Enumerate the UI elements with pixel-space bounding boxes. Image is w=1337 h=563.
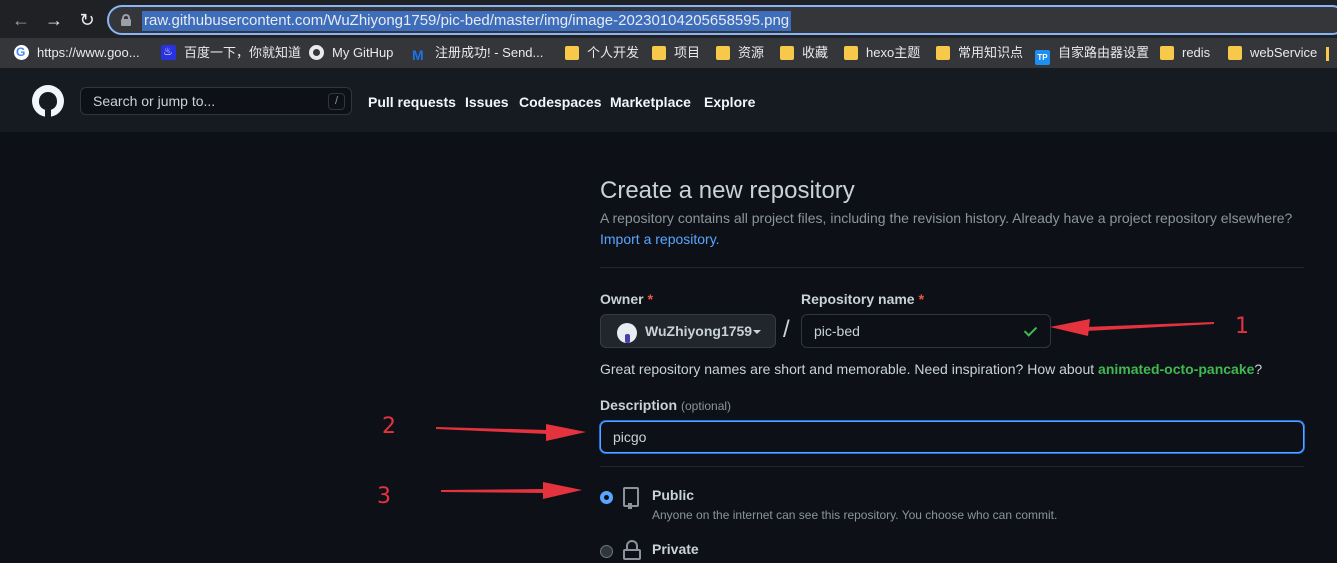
sendcloud-icon: M <box>412 47 424 63</box>
folder-icon[interactable] <box>1326 47 1329 61</box>
bookmark-label: 项目 <box>674 45 701 60</box>
description-label: Description (optional) <box>600 397 731 413</box>
github-logo-icon[interactable] <box>32 85 64 117</box>
private-label[interactable]: Private <box>652 541 699 557</box>
public-description: Anyone on the internet can see this repo… <box>652 508 1058 522</box>
bookmark-label: hexo主题 <box>866 45 921 60</box>
folder-icon <box>652 46 666 60</box>
annotation-number-3: 3 <box>377 484 391 509</box>
folder-icon <box>1228 46 1242 60</box>
public-radio[interactable] <box>600 491 613 504</box>
suggested-name-link[interactable]: animated-octo-pancake <box>1098 361 1254 377</box>
folder-icon <box>716 46 730 60</box>
tplink-icon: TP <box>1035 50 1050 65</box>
bookmark-label: 自家路由器设置 <box>1058 45 1150 60</box>
bookmark-label: redis <box>1182 45 1211 60</box>
owner-name: WuZhiyong1759 <box>645 323 753 339</box>
bookmark-folder-personal-dev[interactable]: 个人开发 <box>565 44 639 62</box>
bookmark-label: 常用知识点 <box>958 45 1024 60</box>
bookmark-folder-knowledge[interactable]: 常用知识点 <box>936 44 1023 62</box>
owner-label: Owner * <box>600 291 653 307</box>
repo-icon <box>623 487 639 509</box>
bookmark-label: webService <box>1250 45 1318 60</box>
bookmark-label: 个人开发 <box>587 45 640 60</box>
folder-icon <box>565 46 579 60</box>
lock-icon <box>121 14 131 26</box>
bookmark-label: 资源 <box>738 45 765 60</box>
owner-dropdown[interactable]: WuZhiyong1759 <box>600 314 776 348</box>
nav-codespaces[interactable]: Codespaces <box>519 94 601 110</box>
owner-repo-separator: / <box>783 316 790 343</box>
bookmark-router[interactable]: TP 自家路由器设置 <box>1035 44 1150 65</box>
repo-name-label-text: Repository name <box>801 291 915 307</box>
bookmark-label: 注册成功! - Send... <box>435 45 544 60</box>
nav-marketplace[interactable]: Marketplace <box>610 94 691 110</box>
description-input[interactable] <box>600 421 1304 453</box>
github-icon <box>309 45 324 60</box>
new-repo-page: Create a new repository A repository con… <box>0 132 1337 563</box>
browser-toolbar: ← → ↻ raw.githubusercontent.com/WuZhiyon… <box>0 0 1337 38</box>
page-subtitle: A repository contains all project files,… <box>600 210 1293 226</box>
address-bar[interactable]: raw.githubusercontent.com/WuZhiyong1759/… <box>107 5 1337 35</box>
description-label-text: Description <box>600 397 678 413</box>
hint-suffix: ? <box>1254 361 1263 377</box>
public-label[interactable]: Public <box>652 487 694 503</box>
bookmark-google[interactable]: https://www.goo... <box>14 43 140 62</box>
required-mark: * <box>647 291 654 307</box>
caret-down-icon <box>753 330 761 334</box>
folder-icon <box>844 46 858 60</box>
optional-tag: (optional) <box>681 399 732 413</box>
folder-icon <box>780 46 794 60</box>
owner-label-text: Owner <box>600 291 644 307</box>
lock-icon <box>623 540 641 560</box>
private-radio[interactable] <box>600 545 613 558</box>
search-input[interactable]: Search or jump to... / <box>80 87 352 115</box>
url-text[interactable]: raw.githubusercontent.com/WuZhiyong1759/… <box>142 11 792 31</box>
back-arrow-icon[interactable]: ← <box>10 9 32 31</box>
search-placeholder: Search or jump to... <box>93 93 216 109</box>
github-header: Search or jump to... / Pull requests Iss… <box>0 68 1337 132</box>
folder-icon <box>1160 46 1174 60</box>
check-icon <box>1024 322 1040 338</box>
import-repository-link[interactable]: Import a repository. <box>600 231 720 247</box>
reload-icon[interactable]: ↻ <box>76 9 98 31</box>
annotation-number-1: 1 <box>1235 314 1249 339</box>
bookmark-folder-favorites[interactable]: 收藏 <box>780 44 828 62</box>
nav-issues[interactable]: Issues <box>465 94 509 110</box>
divider <box>600 267 1304 268</box>
bookmark-github[interactable]: My GitHup <box>309 44 393 62</box>
bookmark-folder-redis[interactable]: redis <box>1160 44 1210 62</box>
baidu-icon <box>161 43 176 61</box>
bookmark-label: https://www.goo... <box>37 45 140 60</box>
name-hint: Great repository names are short and mem… <box>600 361 1262 377</box>
nav-pull-requests[interactable]: Pull requests <box>368 94 456 110</box>
bookmark-folder-projects[interactable]: 项目 <box>652 44 700 62</box>
google-icon <box>14 43 29 61</box>
bookmark-folder-webservice[interactable]: webService <box>1228 44 1317 62</box>
annotation-number-2: 2 <box>382 414 396 439</box>
page-title: Create a new repository <box>600 177 855 204</box>
bookmark-label: My GitHup <box>332 45 394 60</box>
bookmark-sendcloud[interactable]: M 注册成功! - Send... <box>412 44 544 63</box>
bookmark-label: 收藏 <box>802 45 829 60</box>
slash-shortcut-badge: / <box>328 93 345 110</box>
repository-name-input[interactable] <box>801 314 1051 348</box>
forward-arrow-icon[interactable]: → <box>43 9 65 31</box>
hint-text: Great repository names are short and mem… <box>600 361 1099 377</box>
nav-explore[interactable]: Explore <box>704 94 755 110</box>
required-mark: * <box>918 291 925 307</box>
bookmarks-bar: https://www.goo... 百度一下，你就知道 My GitHup M… <box>0 38 1337 68</box>
bookmark-baidu[interactable]: 百度一下，你就知道 <box>161 43 302 62</box>
repo-name-label: Repository name * <box>801 291 924 307</box>
bookmark-folder-hexo[interactable]: hexo主题 <box>844 44 920 62</box>
folder-icon <box>936 46 950 60</box>
avatar <box>617 323 637 343</box>
bookmark-folder-resources[interactable]: 资源 <box>716 44 764 62</box>
bookmark-label: 百度一下，你就知道 <box>184 45 302 60</box>
divider <box>600 466 1304 467</box>
